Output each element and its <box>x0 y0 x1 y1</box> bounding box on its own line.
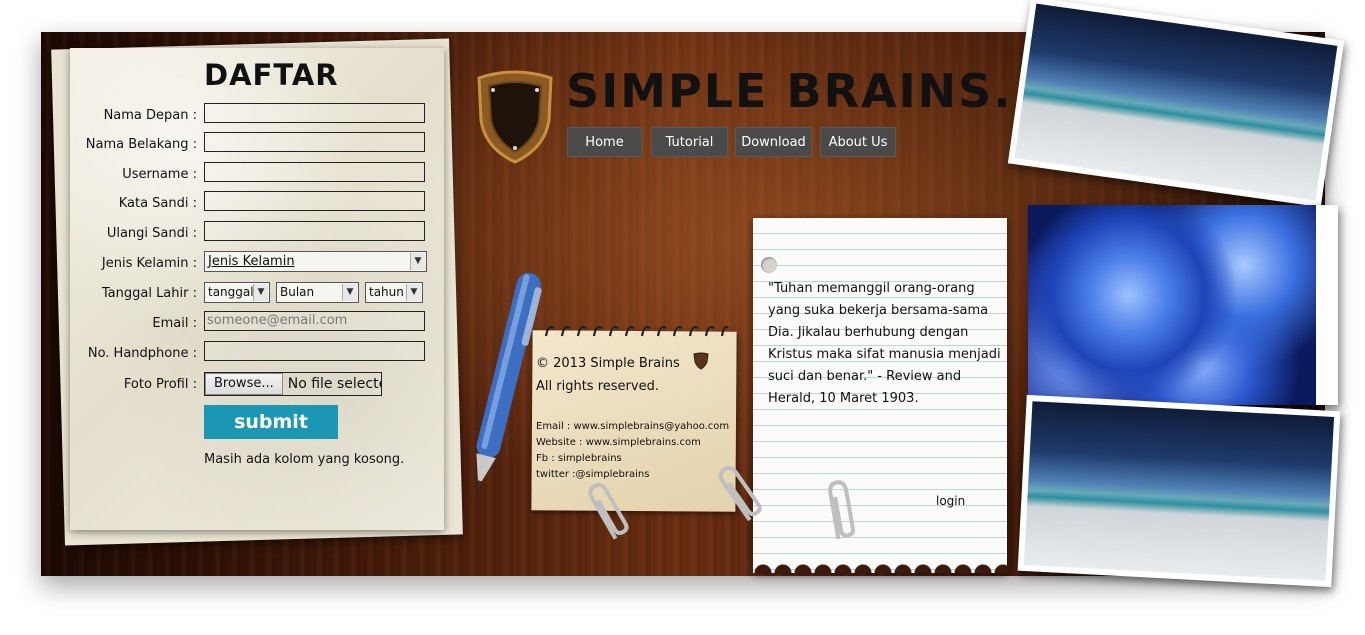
gender-select-value: Jenis Kelamin <box>208 254 295 269</box>
rights-text: All rights reserved. <box>536 379 659 394</box>
year-select[interactable]: tahun ▼ <box>365 282 423 303</box>
gender-label: Jenis Kelamin : <box>101 256 197 271</box>
flower-image <box>1028 205 1316 405</box>
quote-text: "Tuhan memanggil orang-orang yang suka b… <box>768 281 1001 406</box>
contact-fb: Fb : simplebrains <box>536 453 622 464</box>
paper-hole <box>761 257 777 273</box>
contact-twitter: twitter :@simplebrains <box>536 469 650 480</box>
flower-photo-frame <box>1028 205 1338 405</box>
month-select-value: Bulan <box>280 285 315 299</box>
chevron-down-icon: ▼ <box>253 284 268 301</box>
first-name-input[interactable] <box>204 103 425 123</box>
photo-file-input[interactable]: Browse...No file selected. <box>204 372 382 396</box>
password-input[interactable] <box>204 191 425 211</box>
site-title: SIMPLE BRAINS. <box>566 64 1013 118</box>
phone-label: No. Handphone : <box>87 346 197 361</box>
year-select-value: tahun <box>369 285 404 299</box>
nav-about-us[interactable]: About Us <box>820 127 896 157</box>
last-name-input[interactable] <box>204 132 425 152</box>
chevron-down-icon: ▼ <box>410 253 425 270</box>
browse-button[interactable]: Browse... <box>205 373 283 395</box>
beach-photo-bottom <box>1017 394 1341 588</box>
month-select[interactable]: Bulan ▼ <box>276 282 359 303</box>
nav-download[interactable]: Download <box>735 127 812 157</box>
shield-small-icon <box>693 352 709 370</box>
nav-home[interactable]: Home <box>567 127 642 157</box>
beach-image <box>1023 401 1335 581</box>
contact-email: Email : www.simplebrains@yahoo.com <box>536 421 730 432</box>
email-placeholder: someone@email.com <box>207 313 348 328</box>
confirm-password-input[interactable] <box>204 221 425 241</box>
shield-logo-icon <box>477 70 553 164</box>
form-title: DAFTAR <box>204 58 339 92</box>
password-label: Kata Sandi : <box>118 196 197 211</box>
email-input[interactable]: someone@email.com <box>204 311 425 331</box>
photo-label: Foto Profil : <box>123 377 197 392</box>
copyright-text: © 2013 Simple Brains <box>536 356 680 371</box>
username-input[interactable] <box>204 162 425 182</box>
login-link[interactable]: login <box>936 494 965 508</box>
confirm-password-label: Ulangi Sandi : <box>106 226 197 241</box>
phone-input[interactable] <box>204 341 425 361</box>
contact-website: Website : www.simplebrains.com <box>536 437 701 448</box>
spiral-rings-icon <box>544 325 729 337</box>
nav-tutorial[interactable]: Tutorial <box>651 127 728 157</box>
submit-button[interactable]: submit <box>204 405 338 439</box>
birthdate-label: Tanggal Lahir : <box>101 286 197 301</box>
chevron-down-icon: ▼ <box>342 284 357 301</box>
day-select-value: tanggal <box>208 285 254 299</box>
file-status: No file selected. <box>287 376 381 392</box>
chevron-down-icon: ▼ <box>406 284 421 301</box>
email-label: Email : <box>152 316 197 331</box>
first-name-label: Nama Depan : <box>103 108 197 123</box>
username-label: Username : <box>122 167 197 182</box>
form-message: Masih ada kolom yang kosong. <box>204 452 405 467</box>
day-select[interactable]: tanggal ▼ <box>204 282 270 303</box>
last-name-label: Nama Belakang : <box>85 137 197 152</box>
gender-select[interactable]: Jenis Kelamin ▼ <box>204 251 427 272</box>
beach-image <box>1014 3 1338 201</box>
